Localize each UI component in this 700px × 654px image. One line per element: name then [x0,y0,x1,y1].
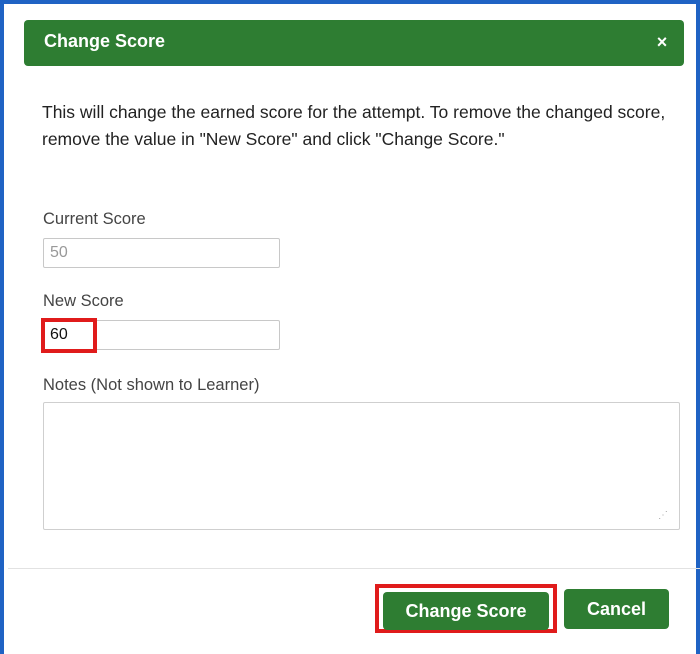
notes-label: Notes (Not shown to Learner) [43,376,260,394]
current-score-label: Current Score [43,210,146,228]
dialog-description: This will change the earned score for th… [42,102,666,149]
resize-grip-icon[interactable]: ⋰ [654,509,668,523]
new-score-field[interactable] [43,320,280,350]
new-score-label: New Score [43,292,124,310]
close-icon[interactable]: × [648,28,676,56]
footer-divider [8,568,700,569]
change-score-button[interactable]: Change Score [383,592,549,630]
cancel-button[interactable]: Cancel [564,589,669,629]
notes-textarea[interactable] [43,402,680,530]
current-score-field [43,238,280,268]
dialog-title: Change Score [44,31,166,51]
dialog-header: Change Score × [24,20,684,66]
dialog-window: Change Score × This will change the earn… [0,0,700,654]
